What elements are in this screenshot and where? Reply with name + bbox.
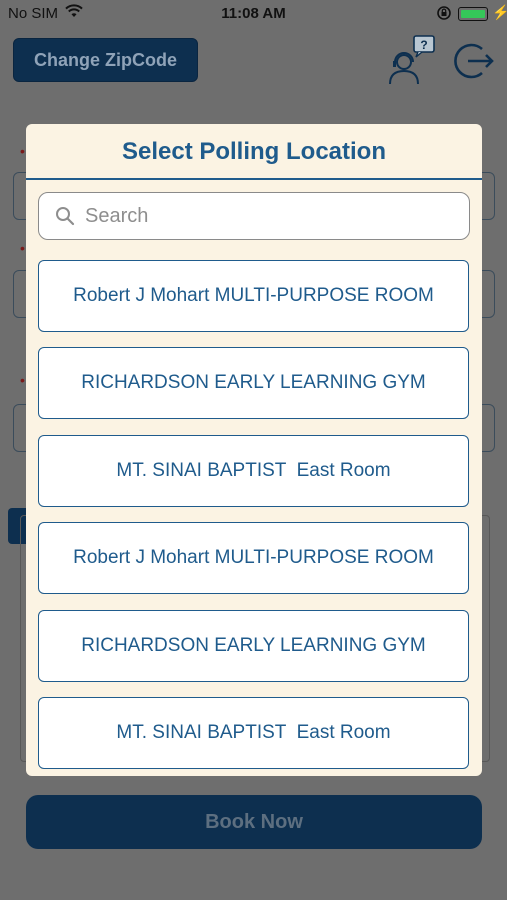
location-item[interactable]: RICHARDSON EARLY LEARNING GYM [38, 609, 469, 682]
charging-bolt-icon: ⚡ [492, 4, 507, 20]
status-bar: No SIM 11:08 AM ⚡ [0, 0, 507, 28]
book-now-button[interactable]: Book Now [26, 795, 482, 849]
polling-location-modal: Select Polling Location Robert J Mohart … [26, 124, 482, 776]
location-item[interactable]: Robert J Mohart MULTI-PURPOSE ROOM [38, 522, 469, 595]
modal-title: Select Polling Location [121, 138, 387, 165]
change-zipcode-button[interactable]: Change ZipCode [13, 38, 198, 82]
required-marker: • [20, 240, 25, 256]
required-marker: • [20, 372, 25, 388]
battery-icon [458, 7, 488, 21]
support-agent-icon[interactable]: ? [386, 34, 438, 86]
search-icon [56, 207, 75, 226]
modal-divider [26, 178, 482, 180]
search-bar[interactable] [38, 192, 470, 240]
location-item[interactable]: MT. SINAI BAPTIST East Room [38, 696, 469, 769]
required-marker: • [20, 143, 25, 159]
status-time: 11:08 AM [221, 5, 286, 22]
logout-icon[interactable] [452, 40, 494, 82]
location-item[interactable]: RICHARDSON EARLY LEARNING GYM [38, 347, 469, 420]
svg-text:?: ? [420, 38, 427, 52]
location-list: Robert J Mohart MULTI-PURPOSE ROOM RICHA… [38, 260, 470, 776]
location-item[interactable]: Robert J Mohart MULTI-PURPOSE ROOM [38, 260, 469, 332]
lock-rotation-icon [436, 5, 452, 25]
location-item[interactable]: MT. SINAI BAPTIST East Room [38, 434, 469, 507]
search-input[interactable] [83, 201, 457, 231]
